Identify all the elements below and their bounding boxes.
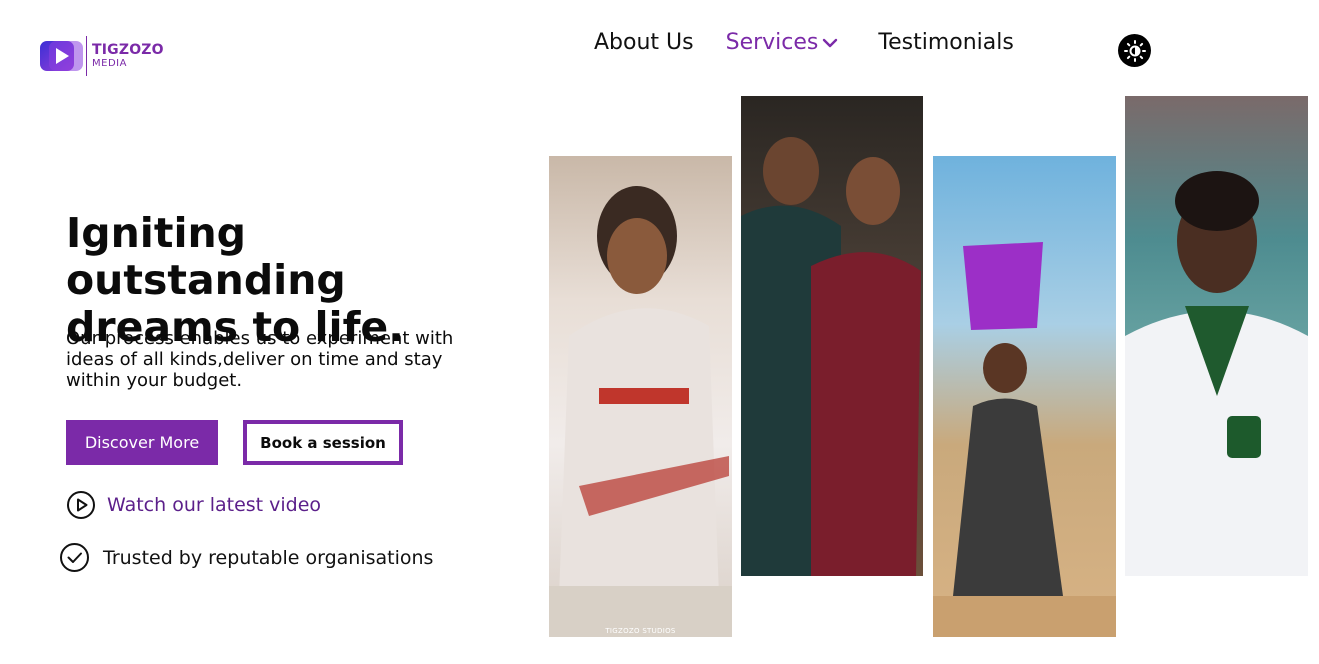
book-session-button[interactable]: Book a session <box>243 420 403 465</box>
logo-divider <box>86 36 87 76</box>
brand-sub: MEDIA <box>92 58 127 69</box>
photo-woman-seated-dress: TIGZOZO STUDIOS <box>549 156 732 637</box>
sun-icon <box>1123 39 1146 62</box>
discover-more-button[interactable]: Discover More <box>66 420 218 465</box>
photo-watermark: TIGZOZO STUDIOS <box>605 627 676 635</box>
photo-child-carrying-bucket <box>933 156 1116 637</box>
play-circle-icon <box>67 491 95 519</box>
watch-video-label: Watch our latest video <box>107 494 322 516</box>
nav-about-us[interactable]: About Us <box>594 30 694 55</box>
photo-couple-portrait <box>741 96 923 576</box>
trusted-label: Trusted by reputable organisations <box>103 546 434 569</box>
play-logo-icon <box>40 39 83 73</box>
check-circle-icon <box>60 543 89 572</box>
nav-services-label: Services <box>725 30 819 55</box>
watch-video-link[interactable]: Watch our latest video <box>66 490 321 520</box>
chevron-down-icon <box>823 38 838 47</box>
trusted-statement: Trusted by reputable organisations <box>59 542 433 573</box>
nav-testimonials[interactable]: Testimonials <box>878 30 1013 55</box>
hero-description: Our process enables us to experiment wit… <box>66 328 454 391</box>
nav-services[interactable]: Services <box>726 30 839 55</box>
main-nav: About Us Services Testimonials <box>594 30 1014 55</box>
logo-text: TIGZOZO MEDIA <box>92 43 164 69</box>
theme-toggle-button[interactable] <box>1118 34 1151 67</box>
brand-name: TIGZOZO <box>92 42 164 58</box>
photo-student-uniform <box>1125 96 1308 576</box>
brand-logo[interactable]: TIGZOZO MEDIA <box>40 36 164 76</box>
